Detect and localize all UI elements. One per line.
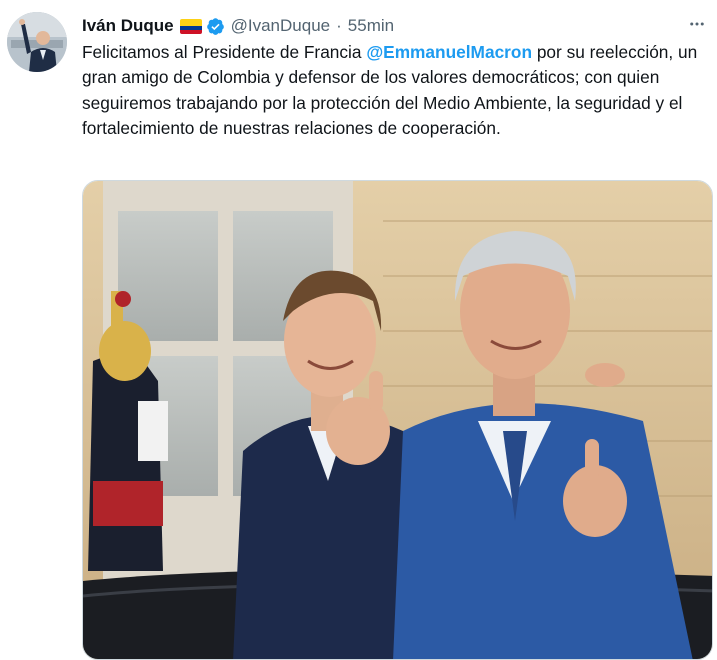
tweet-text-part-1: Felicitamos al Presidente de Francia	[82, 42, 367, 62]
tweet-header: Iván Duque @IvanDuque · 55min	[82, 14, 717, 38]
avatar-image	[7, 12, 67, 72]
tweet-text: Felicitamos al Presidente de Francia @Em…	[82, 40, 716, 142]
more-dots-glyph	[690, 22, 704, 26]
author-name[interactable]: Iván Duque	[82, 16, 174, 36]
tweet[interactable]: Iván Duque @IvanDuque · 55min Felicitamo…	[0, 0, 717, 660]
mention-link[interactable]: @EmmanuelMacron	[366, 42, 532, 62]
tweet-timestamp[interactable]: 55min	[348, 16, 394, 36]
tweet-photo[interactable]	[82, 180, 713, 660]
author-handle[interactable]: @IvanDuque	[231, 16, 331, 36]
more-horizontal-icon[interactable]	[685, 12, 709, 36]
colombia-flag-icon	[179, 18, 202, 34]
verified-badge-icon	[206, 17, 224, 35]
header-separator: ·	[336, 16, 342, 35]
photo-image	[83, 181, 712, 659]
avatar[interactable]	[7, 12, 67, 72]
